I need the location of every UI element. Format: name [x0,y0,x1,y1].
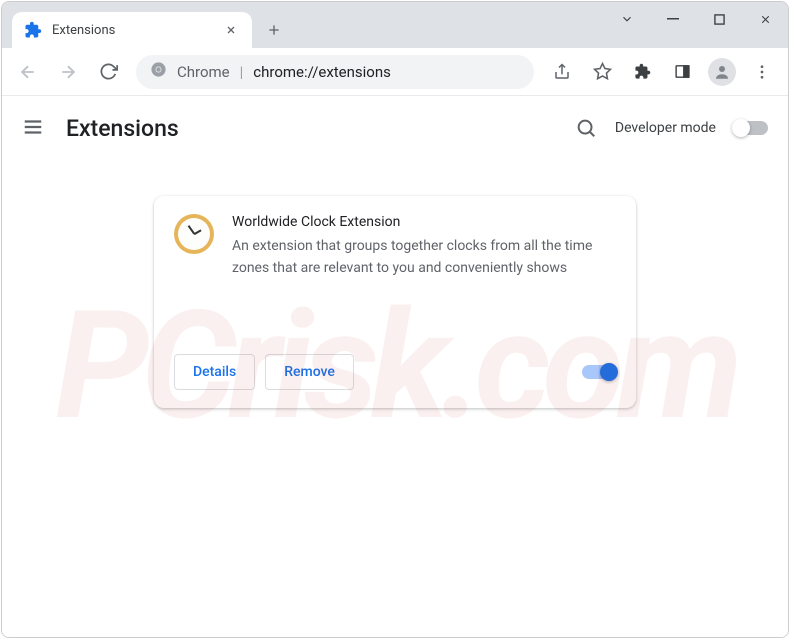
side-panel-icon[interactable] [664,54,700,90]
profile-avatar[interactable] [704,54,740,90]
developer-mode-toggle[interactable] [734,121,768,135]
maximize-button[interactable] [696,2,742,36]
kebab-menu-icon[interactable] [744,54,780,90]
clock-icon [178,218,210,250]
close-window-button[interactable] [742,2,788,36]
extension-app-icon [174,214,214,254]
share-icon[interactable] [544,54,580,90]
omnibox-separator: | [240,63,244,81]
omnibox-url: chrome://extensions [253,63,391,81]
remove-button[interactable]: Remove [265,354,354,390]
extension-description: An extension that groups together clocks… [232,236,616,279]
details-button[interactable]: Details [174,354,255,390]
hamburger-menu-icon[interactable] [22,116,46,140]
browser-tab[interactable]: Extensions [12,12,252,48]
extension-name: Worldwide Clock Extension [232,214,616,230]
developer-mode-label: Developer mode [615,120,716,136]
bookmark-star-icon[interactable] [584,54,620,90]
omnibox-prefix: Chrome [177,63,230,81]
close-tab-icon[interactable] [222,21,240,39]
page-content: Extensions Developer mode Worldwide Cloc… [2,96,788,637]
extensions-puzzle-icon[interactable] [624,54,660,90]
minimize-button[interactable] [650,2,696,36]
reload-button[interactable] [90,54,126,90]
chrome-logo-icon [150,61,167,82]
address-bar[interactable]: Chrome | chrome://extensions [136,55,534,89]
forward-button[interactable] [50,54,86,90]
extension-enable-toggle[interactable] [582,365,616,379]
page-title: Extensions [66,115,179,142]
chevron-down-icon[interactable] [610,2,644,36]
tab-title: Extensions [52,23,212,38]
window-titlebar: Extensions [2,2,788,48]
new-tab-button[interactable] [260,16,288,44]
browser-toolbar: Chrome | chrome://extensions [2,48,788,96]
search-icon[interactable] [575,117,597,139]
extension-puzzle-icon [24,21,42,39]
extension-card: Worldwide Clock Extension An extension t… [154,196,636,408]
back-button[interactable] [10,54,46,90]
